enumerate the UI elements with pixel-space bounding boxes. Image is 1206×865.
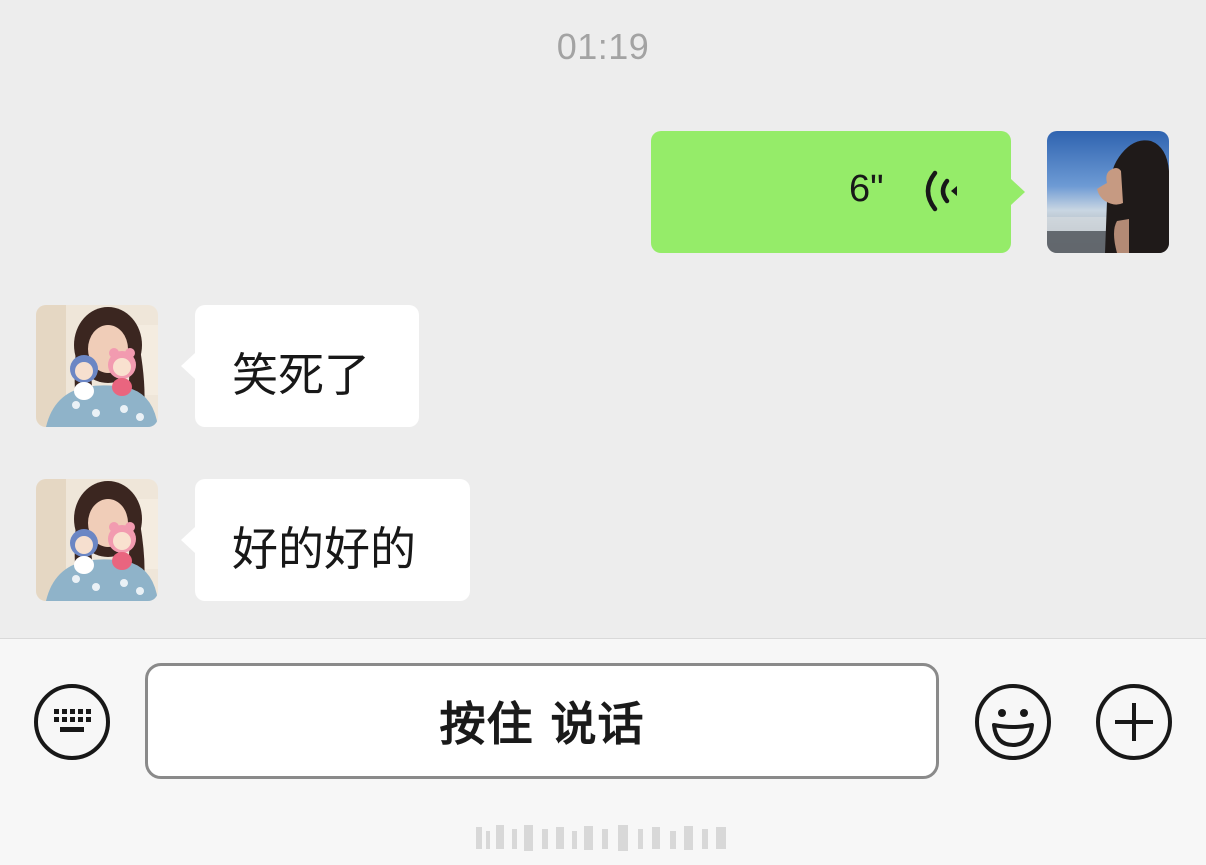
emoji-button[interactable] <box>974 683 1052 761</box>
chat-message-area[interactable]: 01:19 6" 笑死了 好的好的 <box>0 0 1206 638</box>
voice-duration: 6" <box>849 168 884 210</box>
bubble-tail <box>181 353 195 379</box>
input-toolbar: 按住 说话 <box>0 638 1206 865</box>
contact-avatar[interactable] <box>36 479 158 601</box>
bubble-tail <box>1011 179 1025 205</box>
more-options-button[interactable] <box>1095 683 1173 761</box>
voice-wave-icon <box>919 167 963 219</box>
smiley-icon <box>975 684 1051 760</box>
contact-avatar[interactable] <box>36 305 158 427</box>
text-message-bubble[interactable]: 笑死了 <box>181 305 419 427</box>
plus-icon <box>1096 684 1172 760</box>
message-text: 笑死了 <box>232 348 370 402</box>
home-indicator <box>472 823 734 853</box>
voice-message-bubble[interactable]: 6" <box>651 131 1025 253</box>
bubble-tail <box>181 527 195 553</box>
message-timestamp: 01:19 <box>556 26 650 67</box>
keyboard-toggle-button[interactable] <box>33 683 111 761</box>
hold-to-talk-button[interactable]: 按住 说话 <box>145 663 939 779</box>
self-avatar[interactable] <box>1047 131 1169 253</box>
text-message-bubble[interactable]: 好的好的 <box>181 479 470 601</box>
keyboard-icon <box>34 684 110 760</box>
message-text: 好的好的 <box>232 522 416 576</box>
